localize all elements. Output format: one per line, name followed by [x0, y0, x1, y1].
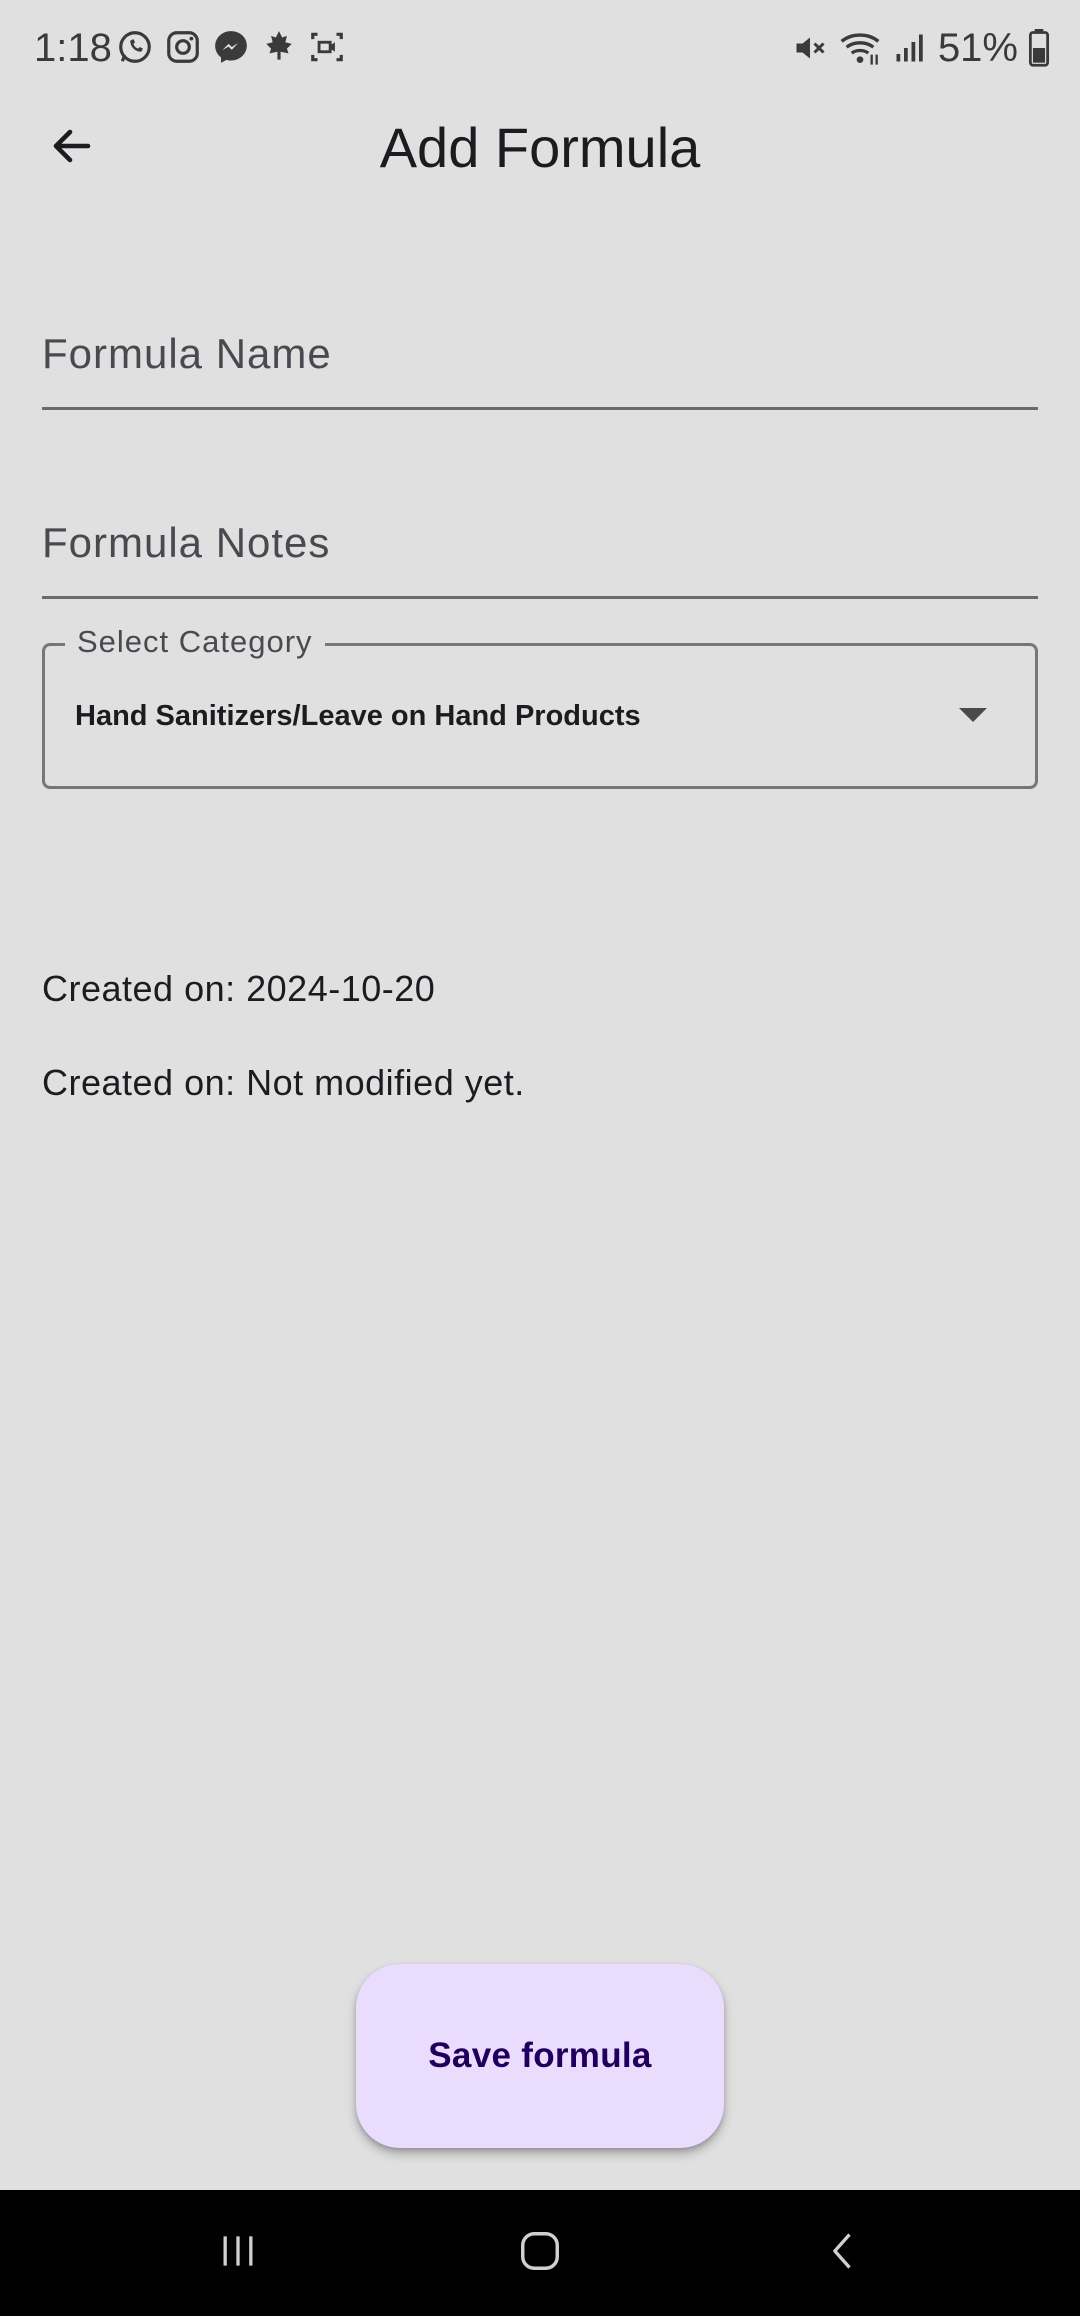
category-dropdown-label: Select Category: [65, 622, 325, 662]
whatsapp-icon: [116, 28, 154, 66]
screen: 1:18 51% Add Formula Formula Name Formul…: [0, 0, 1080, 2316]
created-date-text: Created on: 2024-10-20: [42, 968, 436, 1009]
system-icons: 51%: [792, 24, 1050, 72]
screen-record-icon: [308, 28, 346, 66]
dropdown-arrow-icon: [959, 708, 987, 722]
navigation-bar: [0, 2190, 1080, 2316]
home-icon: [517, 2228, 563, 2279]
category-selected-value: Hand Sanitizers/Leave on Hand Products: [75, 700, 641, 732]
battery-icon: [1028, 29, 1050, 67]
formula-notes-input[interactable]: [42, 489, 1038, 596]
nav-home-button[interactable]: [460, 2190, 620, 2316]
nav-back-button[interactable]: [764, 2190, 924, 2316]
category-dropdown[interactable]: Select Category Hand Sanitizers/Leave on…: [42, 622, 1038, 789]
formula-name-input[interactable]: [42, 300, 1038, 407]
nav-recents-button[interactable]: [158, 2190, 318, 2316]
status-time: 1:18: [34, 26, 112, 70]
save-formula-button[interactable]: Save formula: [356, 1964, 724, 2148]
maple-leaf-icon: [260, 28, 298, 66]
battery-percent: 51%: [937, 26, 1018, 70]
formula-notes-field-container: [42, 489, 1038, 599]
signal-icon: [892, 30, 928, 66]
wifi-icon: [838, 28, 882, 68]
page-title: Add Formula: [379, 116, 701, 179]
modified-date-text: Created on: Not modified yet.: [42, 1062, 525, 1103]
instagram-icon: [164, 28, 202, 66]
mute-icon: [792, 30, 828, 66]
formula-name-field-container: [42, 300, 1038, 410]
status-bar: 1:18 51%: [0, 0, 1080, 96]
back-icon: [822, 2229, 866, 2278]
messenger-icon: [212, 28, 250, 66]
notification-icons: [116, 28, 346, 66]
recents-icon: [216, 2229, 260, 2278]
app-bar: Add Formula: [0, 96, 1080, 200]
